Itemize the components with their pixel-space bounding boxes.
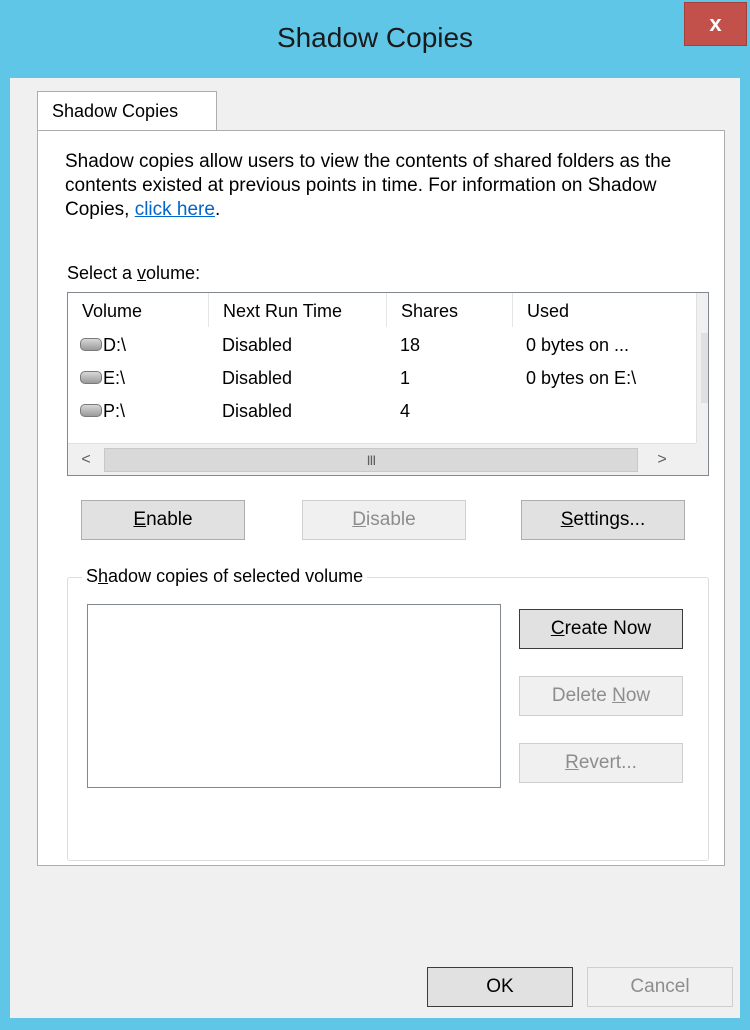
button-label: isable <box>366 509 416 530</box>
volume-row[interactable]: D:\ Disabled 18 0 bytes on ... <box>68 333 698 361</box>
groupbox-legend: Shadow copies of selected volume <box>82 566 368 587</box>
label-prefix: Select a <box>67 263 138 283</box>
volume-list-header: Volume Next Run Time Shares Used <box>68 293 698 327</box>
description-text: Shadow copies allow users to view the co… <box>65 150 725 222</box>
used-cell: 0 bytes on ... <box>526 335 630 355</box>
shares-cell: 4 <box>400 401 411 421</box>
volume-cell: E:\ <box>80 368 125 389</box>
scrollbar-corner <box>696 443 708 475</box>
button-label: ow <box>625 685 651 706</box>
scroll-left-icon[interactable]: < <box>70 444 102 475</box>
shares-cell: 18 <box>400 335 421 355</box>
disable-button[interactable]: Disable <box>302 500 466 540</box>
drive-icon <box>80 370 102 384</box>
button-label: evert... <box>578 752 637 773</box>
click-here-link[interactable]: click here <box>135 199 215 220</box>
column-label: Next Run Time <box>223 301 343 321</box>
accel-key: E <box>133 509 147 530</box>
volume-row[interactable]: E:\ Disabled 1 0 bytes on E:\ <box>68 366 698 394</box>
legend-prefix: S <box>86 566 99 586</box>
settings-button[interactable]: Settings... <box>521 500 685 540</box>
used-cell: 0 bytes on E:\ <box>526 368 637 388</box>
select-volume-label: Select a volume: <box>67 263 200 284</box>
shadow-copies-dialog: Shadow Copies x Shadow Copies Shadow cop… <box>0 0 750 1030</box>
volume-row[interactable]: P:\ Disabled 4 <box>68 399 698 427</box>
shadow-copies-list[interactable] <box>87 604 501 788</box>
volume-list[interactable]: Volume Next Run Time Shares Used D:\ Dis… <box>67 292 709 476</box>
scroll-down-icon[interactable]: v <box>697 407 708 439</box>
column-label: Used <box>527 301 570 321</box>
create-now-button[interactable]: Create Now <box>519 609 683 649</box>
column-used[interactable]: Used <box>513 293 696 327</box>
delete-now-button[interactable]: Delete Now <box>519 676 683 716</box>
tab-shadow-copies[interactable]: Shadow Copies <box>37 91 217 131</box>
accel-key: S <box>560 509 574 530</box>
label-suffix: olume: <box>146 263 201 283</box>
column-label: Shares <box>401 301 459 321</box>
close-icon: x <box>709 11 722 36</box>
volume-name: E:\ <box>103 368 126 388</box>
column-next-run-time[interactable]: Next Run Time <box>209 293 387 327</box>
accel-key: C <box>550 618 565 639</box>
button-label: reate Now <box>564 618 652 639</box>
thumb-grip-icon: III <box>366 452 377 468</box>
shares-cell: 1 <box>400 368 411 388</box>
vertical-scroll-thumb[interactable]: ≡ <box>701 333 708 403</box>
column-volume[interactable]: Volume <box>68 293 209 327</box>
scroll-up-icon[interactable]: ^ <box>697 297 708 329</box>
label-accel: v <box>137 263 147 283</box>
volume-name: D:\ <box>103 335 127 355</box>
title-bar: Shadow Copies x <box>0 0 750 78</box>
accel-key: N <box>612 685 626 706</box>
window-title: Shadow Copies <box>276 22 474 53</box>
volume-cell: D:\ <box>80 335 126 356</box>
thumb-grip-icon: ≡ <box>701 371 708 389</box>
tab-label: Shadow Copies <box>52 101 179 121</box>
legend-accel: h <box>98 566 109 586</box>
column-shares[interactable]: Shares <box>387 293 513 327</box>
legend-suffix: adow copies of selected volume <box>108 566 364 586</box>
close-button[interactable]: x <box>684 2 747 46</box>
accel-key: R <box>565 752 579 773</box>
drive-icon <box>80 337 102 351</box>
next-run-cell: Disabled <box>222 335 293 355</box>
horizontal-scrollbar[interactable]: < III > <box>68 443 696 475</box>
horizontal-scroll-thumb[interactable]: III <box>104 448 638 472</box>
next-run-cell: Disabled <box>222 368 293 388</box>
next-run-cell: Disabled <box>222 401 293 421</box>
volume-name: P:\ <box>103 401 126 421</box>
scroll-right-icon[interactable]: > <box>646 444 678 475</box>
vertical-scrollbar[interactable]: ^ ≡ v <box>696 293 708 443</box>
revert-button[interactable]: Revert... <box>519 743 683 783</box>
button-label: nable <box>146 509 193 530</box>
button-label: ettings... <box>573 509 646 530</box>
volume-cell: P:\ <box>80 401 125 422</box>
column-label: Volume <box>82 301 143 321</box>
button-label: Delete <box>551 685 613 706</box>
ok-button[interactable]: OK <box>427 967 573 1007</box>
cancel-button[interactable]: Cancel <box>587 967 733 1007</box>
accel-key: D <box>352 509 367 530</box>
description-suffix: . <box>214 199 221 220</box>
button-label: OK <box>486 976 514 997</box>
enable-button[interactable]: Enable <box>81 500 245 540</box>
button-label: Cancel <box>630 976 690 997</box>
drive-icon <box>80 403 102 417</box>
